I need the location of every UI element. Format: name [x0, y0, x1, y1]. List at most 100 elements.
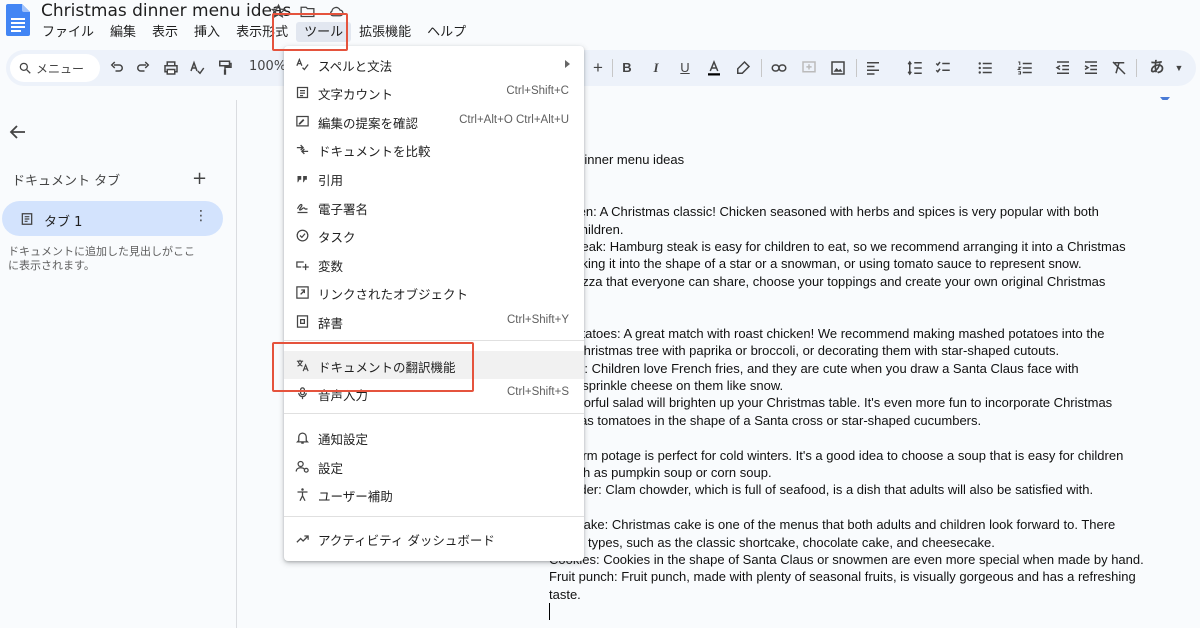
toolbar-divider — [856, 59, 857, 77]
linked-objects-icon — [295, 285, 310, 300]
menu-item-shortcut: Ctrl+Shift+Y — [507, 314, 569, 326]
document-line: : A colorful salad will brighten up your… — [549, 395, 1113, 411]
menu-item-tasks[interactable]: タスク — [284, 221, 584, 249]
spellcheck-toolbar-icon[interactable] — [188, 59, 206, 77]
decrease-indent-icon[interactable] — [1054, 59, 1072, 77]
document-line: mas dinner menu ideas — [549, 152, 685, 167]
highlight-tools-menu — [272, 13, 348, 51]
document-line: For pizza that everyone can share, choos… — [549, 273, 1106, 289]
submenu-arrow-icon — [565, 60, 570, 68]
document-line: up or sprinkle cheese on them like snow. — [549, 378, 784, 394]
menu-item-label: タスク — [318, 230, 356, 245]
input-tools-button[interactable]: あ — [1146, 59, 1168, 77]
menu-help[interactable]: ヘルプ — [419, 22, 474, 42]
text-cursor — [549, 603, 550, 621]
menu-search-label: メニュー — [36, 61, 85, 76]
menu-item-activity-dashboard[interactable]: アクティビティ ダッシュボード — [284, 524, 584, 552]
menu-item-label: 変数 — [318, 259, 344, 274]
document-line: Fruit punch: Fruit punch, made with plen… — [549, 569, 1136, 585]
menu-item-citations[interactable]: 引用 — [284, 164, 584, 192]
back-arrow-icon[interactable] — [8, 124, 26, 140]
tab-item-1[interactable]: タブ 1 ⋮ — [2, 201, 223, 236]
underline-icon[interactable]: U — [676, 59, 694, 77]
menu-insert[interactable]: 挿入 — [186, 22, 228, 42]
increase-indent-icon[interactable] — [1082, 59, 1100, 77]
increase-font-size-icon[interactable]: + — [589, 59, 607, 77]
document-line: h fries: Children love French fries, and… — [549, 360, 1079, 376]
document-line: chicken: A Christmas classic! Chicken se… — [549, 204, 1099, 220]
insert-image-icon[interactable] — [829, 59, 847, 77]
menu-view[interactable]: 表示 — [144, 22, 186, 42]
menu-item-spelling-grammar[interactable]: スペルと文法 — [284, 50, 584, 78]
tools-menu: スペルと文法 文字カウント Ctrl+Shift+C 編集の提案を確認 Ctrl… — [284, 46, 584, 561]
task-icon — [295, 228, 310, 243]
document-line: Cookies: Cookies in the shape of Santa C… — [549, 551, 1144, 567]
menu-item-linked-objects[interactable]: リンクされたオブジェクト — [284, 278, 584, 306]
toolbar-divider — [1136, 59, 1137, 77]
docs-logo-icon[interactable] — [6, 4, 30, 36]
document-line: e: Warm potage is perfect for cold winte… — [549, 447, 1124, 463]
menu-item-compare-documents[interactable]: ドキュメントを比較 — [284, 135, 584, 163]
paint-format-icon[interactable] — [216, 59, 234, 77]
preferences-icon — [295, 459, 310, 474]
menu-item-review-edits[interactable]: 編集の提案を確認 Ctrl+Alt+O Ctrl+Alt+U — [284, 107, 584, 135]
numbered-list-icon[interactable] — [1016, 59, 1034, 77]
document-title[interactable]: Christmas dinner menu ideas — [41, 1, 291, 21]
menu-item-shortcut: Ctrl+Shift+C — [506, 85, 569, 97]
menu-item-label: ユーザー補助 — [318, 489, 393, 504]
document-line: mas cake: Christmas cake is one of the m… — [549, 517, 1116, 533]
outline-hint-text: ドキュメントに追加した見出しがここに表示されます。 — [8, 245, 195, 272]
menu-edit[interactable]: 編集 — [102, 22, 144, 42]
menu-item-accessibility[interactable]: ユーザー補助 — [284, 480, 584, 508]
document-line: rt — [549, 499, 1174, 516]
trending-icon — [295, 531, 310, 546]
chevron-down-icon[interactable]: ▼ — [1170, 59, 1188, 77]
bell-icon — [295, 430, 310, 445]
menu-item-preferences[interactable]: 設定 — [284, 452, 584, 480]
tab-label: タブ 1 — [44, 215, 83, 230]
menu-item-label: リンクされたオブジェクト — [318, 287, 469, 302]
align-left-icon[interactable] — [864, 59, 882, 77]
highlight-translate-item — [272, 342, 474, 392]
menu-item-dictionary[interactable]: 辞書 Ctrl+Shift+Y — [284, 307, 584, 335]
menu-separator — [284, 340, 584, 341]
more-vert-icon[interactable]: ⋮ — [194, 208, 208, 224]
menu-item-esignature[interactable]: 電子署名 — [284, 193, 584, 221]
document-body[interactable]: mas dinner menu ideas dish chicken: A Chr… — [549, 151, 1174, 621]
menu-item-label: 編集の提案を確認 — [318, 116, 419, 131]
document-line: and children. — [549, 221, 624, 237]
highlight-icon[interactable] — [734, 59, 752, 77]
clear-formatting-icon[interactable] — [1110, 59, 1128, 77]
accessibility-icon — [295, 487, 310, 502]
redo-icon[interactable] — [134, 59, 152, 77]
menu-item-shortcut: Ctrl+Alt+O Ctrl+Alt+U — [459, 114, 569, 126]
link-icon[interactable] — [770, 59, 788, 77]
document-line: of a Christmas tree with paprika or broc… — [549, 343, 1060, 359]
italic-icon[interactable]: I — [647, 59, 665, 77]
menu-separator — [284, 413, 584, 414]
document-line: arious types, such as the classic shortc… — [549, 534, 995, 550]
zoom-selector[interactable]: 100% — [249, 59, 286, 74]
dictionary-icon — [295, 314, 310, 329]
checklist-icon[interactable] — [934, 59, 952, 77]
undo-icon[interactable] — [108, 59, 126, 77]
bold-icon[interactable]: B — [618, 59, 636, 77]
document-tabs-heading: ドキュメント タブ — [12, 174, 121, 189]
document-line: n, making it into the shape of a star or… — [549, 256, 1082, 272]
menu-extensions[interactable]: 拡張機能 — [351, 22, 419, 42]
menu-item-notification-settings[interactable]: 通知設定 — [284, 423, 584, 451]
toolbar-divider — [612, 59, 613, 77]
text-color-icon[interactable] — [705, 59, 723, 77]
line-spacing-icon[interactable] — [906, 59, 924, 77]
print-icon[interactable] — [162, 59, 180, 77]
menu-item-word-count[interactable]: 文字カウント Ctrl+Shift+C — [284, 78, 584, 106]
bulleted-list-icon[interactable] — [976, 59, 994, 77]
menu-search[interactable]: メニュー — [10, 54, 100, 82]
menu-item-variables[interactable]: 変数 — [284, 250, 584, 278]
add-comment-icon[interactable] — [800, 59, 818, 77]
add-tab-icon[interactable]: + — [192, 168, 207, 189]
menu-file[interactable]: ファイル — [34, 22, 102, 42]
menu-item-label: 設定 — [318, 461, 344, 476]
document-line: dish — [549, 186, 1174, 203]
signature-icon — [295, 200, 310, 215]
